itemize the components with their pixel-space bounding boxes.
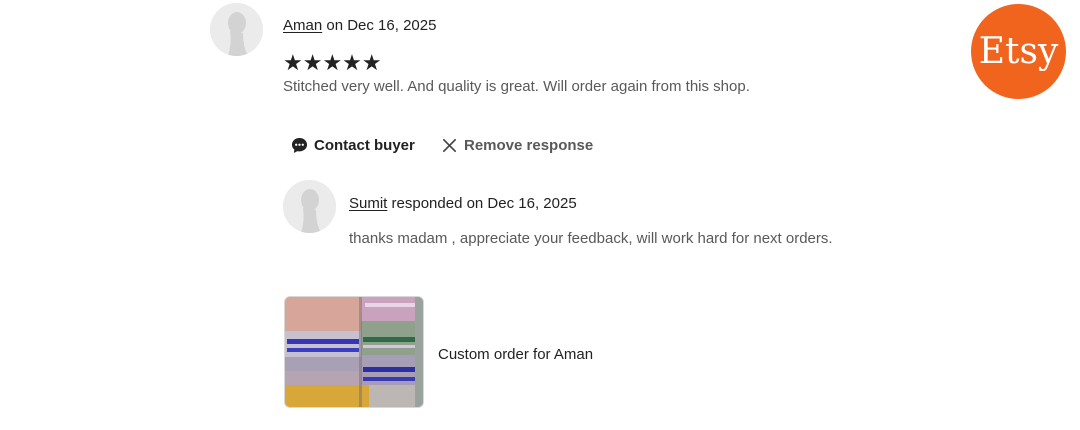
review-date: on Dec 16, 2025 [326,17,437,34]
saree-fabric-image [285,297,423,407]
star-rating: ★★★★★ [283,52,382,74]
etsy-logo-text: Etsy [978,31,1059,72]
remove-response-button[interactable]: Remove response [441,137,593,154]
reviewer-name-link[interactable]: Aman [283,17,322,34]
response-date: responded on Dec 16, 2025 [391,195,577,212]
reviewer-avatar [210,3,263,56]
contact-buyer-button[interactable]: Contact buyer [291,137,415,154]
stars-icon: ★★★★★ [283,50,382,75]
chat-bubble-icon [291,137,308,154]
response-text: thanks madam , appreciate your feedback,… [349,230,833,247]
close-icon [441,137,458,154]
review-header: Aman on Dec 16, 2025 [283,17,436,34]
seller-avatar [283,180,336,233]
response-header: Sumit responded on Dec 16, 2025 [349,195,577,212]
review-text: Stitched very well. And quality is great… [283,78,750,95]
contact-buyer-label: Contact buyer [314,137,415,154]
order-label: Custom order for Aman [438,346,594,363]
order-thumbnail[interactable] [284,296,424,408]
etsy-logo: Etsy [971,4,1066,99]
default-avatar-icon [283,180,336,233]
default-avatar-icon [210,3,263,56]
remove-response-label: Remove response [464,137,594,154]
seller-name-link[interactable]: Sumit [349,195,387,212]
